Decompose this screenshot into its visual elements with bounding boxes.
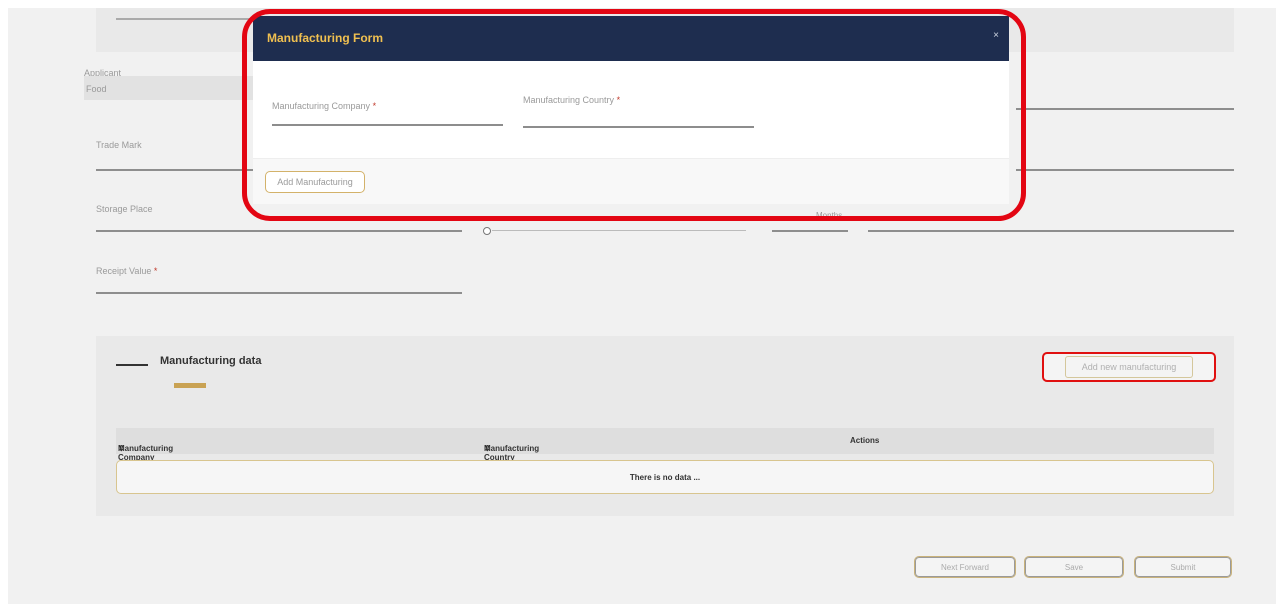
- applicant-value: Food: [86, 84, 107, 94]
- trade-mark-label: Trade Mark: [96, 140, 142, 150]
- manufacturing-data-title: Manufacturing data: [160, 355, 262, 367]
- section-accent-bar: [174, 383, 206, 388]
- sort-icon[interactable]: ⇕: [484, 444, 491, 453]
- table-header: Manufacturing Company ⇕ Manufacturing Co…: [116, 428, 1214, 462]
- save-button[interactable]: Save: [1024, 556, 1124, 578]
- right-field-line-2: [1016, 169, 1234, 171]
- column-header-actions: Actions: [850, 436, 880, 445]
- right-field-line-3[interactable]: [868, 230, 1234, 232]
- modal-highlight-annotation: [242, 9, 1026, 221]
- sort-icon[interactable]: ⇕: [118, 444, 125, 453]
- slider-track[interactable]: [492, 230, 746, 231]
- storage-place-label: Storage Place: [96, 204, 153, 214]
- required-mark: *: [153, 266, 158, 276]
- slider-handle[interactable]: [483, 227, 491, 235]
- receipt-value-line[interactable]: [96, 292, 462, 294]
- applicant-select[interactable]: Food: [84, 76, 254, 100]
- section-dash: [116, 364, 148, 366]
- next-forward-button[interactable]: Next Forward: [914, 556, 1016, 578]
- empty-table-row: There is no data ...: [116, 460, 1214, 494]
- period-line[interactable]: [772, 230, 848, 232]
- storage-place-line[interactable]: [96, 230, 462, 232]
- right-field-line-1: [1016, 108, 1234, 110]
- submit-button[interactable]: Submit: [1134, 556, 1232, 578]
- add-new-manufacturing-button[interactable]: Add new manufacturing: [1042, 352, 1216, 382]
- receipt-value-label: Receipt Value *: [96, 266, 158, 276]
- add-new-manufacturing-label: Add new manufacturing: [1064, 356, 1194, 378]
